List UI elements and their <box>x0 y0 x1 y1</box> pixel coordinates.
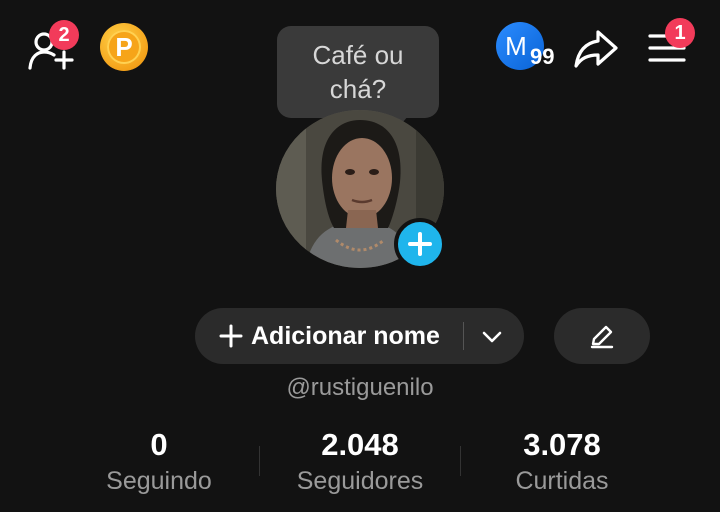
plus-icon <box>219 324 243 348</box>
note-text-line1: Café ou <box>312 40 404 70</box>
share-button[interactable] <box>572 26 620 70</box>
menu-badge: 1 <box>665 18 695 48</box>
stat-followers[interactable]: 2.048 Seguidores <box>260 426 460 498</box>
username: @rustiguenilo <box>286 374 434 401</box>
add-name-label: Adicionar nome <box>251 321 440 350</box>
pill-divider <box>463 322 464 350</box>
name-dropdown-button[interactable] <box>472 322 512 352</box>
stat-followers-label: Seguidores <box>296 467 424 495</box>
stat-following-label: Seguindo <box>106 467 212 495</box>
chevron-down-icon <box>482 331 502 343</box>
share-icon <box>574 30 618 68</box>
account-initial: M <box>505 30 527 61</box>
stat-likes-label: Curtidas <box>515 467 609 495</box>
note-bubble[interactable]: Café ou chá? <box>277 26 439 118</box>
account-count: 99 <box>530 44 555 69</box>
coin-button[interactable]: P <box>100 23 148 71</box>
stat-divider <box>460 446 461 476</box>
stat-following[interactable]: 0 Seguindo <box>59 426 259 498</box>
edit-profile-button[interactable] <box>554 308 650 364</box>
coin-icon: P <box>107 30 141 64</box>
stat-likes[interactable]: 3.078 Curtidas <box>462 426 662 498</box>
add-friend-badge: 2 <box>49 20 79 50</box>
plus-icon <box>408 232 432 256</box>
stat-followers-value: 2.048 <box>321 427 399 462</box>
note-text-line2: chá? <box>329 74 387 104</box>
stat-likes-value: 3.078 <box>523 427 601 462</box>
stat-following-value: 0 <box>150 427 168 462</box>
pencil-icon <box>590 325 614 349</box>
add-story-button[interactable] <box>394 218 446 270</box>
